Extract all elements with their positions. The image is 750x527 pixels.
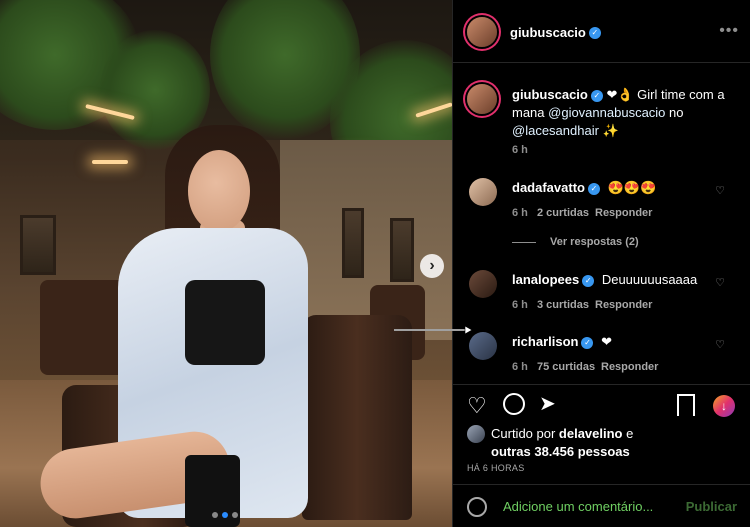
view-replies-label: Ver respostas (2)	[550, 236, 639, 248]
carousel-dot	[232, 512, 238, 518]
author-name-wrap: giubuscacio ✓	[510, 24, 601, 42]
mention-link[interactable]: @lacesandhair	[512, 123, 599, 138]
download-icon[interactable]: ↓	[713, 395, 735, 417]
author-avatar[interactable]	[467, 17, 497, 47]
author-username[interactable]: giubuscacio	[510, 25, 586, 40]
comment-item: richarlison ✓ ❤	[512, 334, 612, 350]
share-icon[interactable]: ➤	[539, 391, 556, 416]
mirror	[390, 218, 414, 282]
divider-line	[512, 241, 536, 243]
post-panel: giubuscacio ✓ ••• giubuscacio ✓ ❤👌 Girl ti…	[452, 0, 750, 527]
post-header: giubuscacio ✓ •••	[453, 0, 750, 63]
caption-part: ✨	[598, 123, 619, 138]
heart-icon[interactable]: ♡	[467, 393, 487, 419]
comment-likes[interactable]: 75 curtidas	[537, 361, 595, 373]
comment-avatar[interactable]	[469, 270, 497, 298]
next-photo-button[interactable]: ›	[420, 254, 444, 278]
mirror	[20, 215, 56, 275]
comment-avatar[interactable]	[469, 178, 497, 206]
person-top	[185, 280, 265, 365]
comment-username[interactable]: richarlison	[512, 334, 578, 349]
bookmark-icon[interactable]	[677, 394, 695, 416]
caption-username[interactable]: giubuscacio	[512, 87, 588, 102]
more-options-icon[interactable]: •••	[719, 22, 739, 40]
carousel-dot	[222, 512, 228, 518]
carousel-dot	[212, 512, 218, 518]
carousel-dots	[212, 512, 238, 518]
liker-avatar[interactable]	[467, 425, 485, 443]
post-actions: ♡ ➤ ↓ Curtido por delavelino e outras 38…	[453, 384, 750, 484]
likes-summary: Curtido por delavelino e outras 38.456 p…	[491, 425, 633, 461]
post-date[interactable]: HÁ 6 HORAS	[467, 463, 525, 473]
comment-item: dadafavatto ✓ 😍😍😍	[512, 180, 656, 196]
add-comment-bar: Adicione um comentário... Publicar	[453, 484, 750, 527]
comment-avatar[interactable]	[469, 332, 497, 360]
verified-icon: ✓	[587, 182, 600, 195]
liker-username[interactable]: delavelino	[559, 426, 623, 441]
mirror	[342, 208, 364, 278]
like-comment-icon[interactable]: ♡	[715, 276, 725, 289]
comment-username[interactable]: lanalopees	[512, 272, 579, 287]
annotation-arrow	[394, 325, 473, 335]
add-comment-input[interactable]: Adicione um comentário...	[503, 499, 653, 514]
comment-username[interactable]: dadafavatto	[512, 180, 585, 195]
comments-list: giubuscacio ✓ ❤👌 Girl time com a mana @gi…	[453, 64, 750, 382]
verified-icon: ✓	[588, 26, 601, 39]
caption-text: giubuscacio ✓ ❤👌 Girl time com a mana @gi…	[512, 86, 732, 140]
caption-part: no	[665, 105, 684, 120]
comment-icon[interactable]	[503, 393, 525, 415]
chevron-right-icon: ›	[429, 257, 435, 274]
caption-avatar[interactable]	[467, 84, 497, 114]
liked-by-prefix: Curtido por	[491, 426, 559, 441]
comment-likes[interactable]: 3 curtidas	[537, 299, 589, 311]
comment-text: 😍😍😍	[607, 180, 657, 195]
others-likes-link[interactable]: outras 38.456 pessoas	[491, 444, 630, 459]
liked-by-suffix: e	[622, 426, 634, 441]
verified-icon: ✓	[582, 274, 595, 287]
post-photo[interactable]: ›	[0, 0, 452, 527]
verified-icon: ✓	[581, 336, 594, 349]
comment-time[interactable]: 6 h	[512, 361, 528, 373]
caption-time[interactable]: 6 h	[512, 144, 528, 156]
reply-button[interactable]: Responder	[601, 361, 658, 373]
comment-item: lanalopees ✓ Deuuuuuusaaaa	[512, 272, 697, 287]
publish-button[interactable]: Publicar	[686, 499, 737, 514]
like-comment-icon[interactable]: ♡	[715, 338, 725, 351]
ceiling-lamp	[92, 160, 128, 164]
emoji-icon[interactable]	[467, 497, 487, 517]
chair-back	[302, 315, 412, 520]
comment-text: Deuuuuuusaaaa	[601, 272, 698, 287]
view-replies-button[interactable]: Ver respostas (2)	[512, 236, 639, 248]
comment-text: ❤	[601, 334, 612, 349]
verified-icon: ✓	[590, 89, 603, 102]
comment-likes[interactable]: 2 curtidas	[537, 207, 589, 219]
mention-link[interactable]: @giovannabuscacio	[548, 105, 665, 120]
reply-button[interactable]: Responder	[595, 299, 652, 311]
like-comment-icon[interactable]: ♡	[715, 184, 725, 197]
comment-time[interactable]: 6 h	[512, 207, 528, 219]
person-face	[188, 150, 250, 232]
comment-time[interactable]: 6 h	[512, 299, 528, 311]
reply-button[interactable]: Responder	[595, 207, 652, 219]
